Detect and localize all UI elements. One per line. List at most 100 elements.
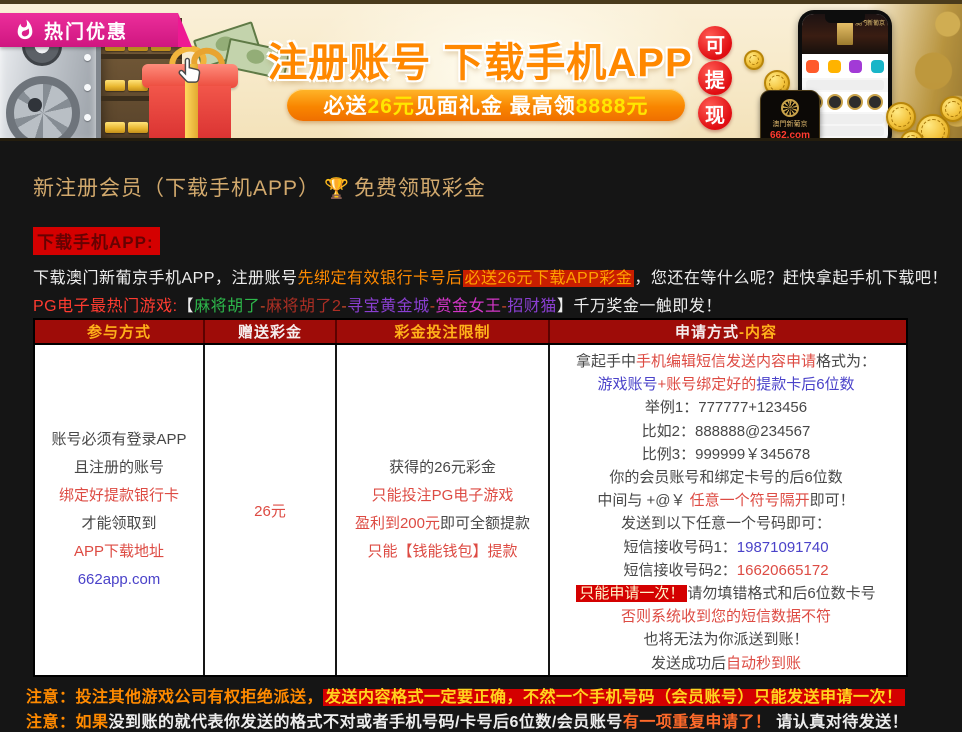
- app-icon-domain: 662.com: [770, 130, 810, 141]
- table-line: 发送到以下任意一个号码即可：: [621, 512, 831, 535]
- table-line: 中间与 +@￥ 任意一个符号隔开即可！: [597, 489, 854, 512]
- text-segment: 否则系统收到您的短信数据不符: [621, 608, 831, 625]
- text-segment: 只能申请一次！: [576, 585, 687, 602]
- text-segment: 拿起手中: [576, 353, 636, 370]
- hot-promo-ribbon[interactable]: 热门优惠: [0, 13, 178, 47]
- phone-nav-row: [802, 54, 888, 78]
- table-line: 你的会员账号和绑定卡号的后6位数: [609, 466, 842, 489]
- coin-icon: [886, 102, 916, 132]
- text-segment: 麻将胡了2: [266, 298, 341, 315]
- app-icon[interactable]: 澳門新葡京 662.com: [760, 90, 820, 141]
- trophy-icon: 🏆: [324, 178, 350, 200]
- table-header-apply-method: 申请方式-内容: [550, 320, 902, 343]
- promo-headline: 注册账号 下载手机APP: [240, 30, 720, 88]
- download-app-badge: 下载手机APP:: [33, 227, 160, 255]
- table-line: 也将无法为你派送到账！: [643, 628, 808, 651]
- text-segment: 中间与 +@￥: [597, 492, 689, 509]
- text-segment: 见面礼金 最高领: [415, 90, 576, 120]
- text-segment: 招财猫: [507, 298, 557, 315]
- withdraw-char-3: 现: [698, 96, 732, 130]
- page-title: 新注册会员（下载手机APP）🏆免费领取彩金: [33, 172, 486, 202]
- app-icon-name: 澳門新葡京: [773, 119, 808, 129]
- table-line: 比例3：999999￥345678: [642, 443, 810, 466]
- text-segment: PG电子最热门游戏:: [33, 298, 178, 315]
- table-line: 且注册的账号: [74, 454, 164, 482]
- hand-cursor-icon: [176, 56, 206, 90]
- table-line: 发送成功后自动秒到账: [651, 652, 801, 675]
- cell-bonus-amount: 26元: [205, 345, 337, 675]
- flame-icon: [14, 19, 36, 41]
- text-segment: 也将无法为你派送到账！: [643, 631, 808, 648]
- text-segment: +账号绑定好的: [657, 376, 756, 393]
- text-segment: 彩金投注限制: [394, 321, 490, 342]
- text-segment: 绑定好提款银行卡: [59, 487, 179, 504]
- text-segment: 发送内容格式一定要正确，不然一个手机号码（会员账号）只能发送申请一次！: [323, 689, 905, 706]
- mascot-graphic: [837, 21, 853, 45]
- sms-number-2: 16620665172: [737, 562, 829, 579]
- text-segment: 发送到以下任意一个号码即可：: [621, 515, 831, 532]
- text-segment: 必送26元下载APP彩金: [463, 270, 635, 287]
- table-line: 盈利到200元即可全额提款: [355, 510, 530, 538]
- table-line: 26元: [254, 500, 286, 521]
- text-segment: 先绑定有效银行卡号后: [298, 270, 463, 287]
- link-662app[interactable]: 662app.com: [78, 571, 161, 588]
- phone-content-bar: [806, 80, 884, 90]
- withdrawable-badge: 可 提 现: [698, 26, 732, 131]
- text-segment: 千万奖金一触即发！: [573, 298, 722, 315]
- table-line: 短信接收号码1：19871091740: [623, 536, 828, 559]
- text-segment: 才能领取到: [81, 515, 156, 532]
- text-segment: 请认真对待发送！: [771, 714, 908, 731]
- table-line: 绑定好提款银行卡: [59, 482, 179, 510]
- text-segment: 提款卡后6位数: [756, 376, 854, 393]
- text-segment: 自动秒到账: [726, 655, 801, 672]
- cell-bet-limit: 获得的26元彩金只能投注PG电子游戏盈利到200元即可全额提款只能【钱能钱包】提…: [337, 345, 550, 675]
- withdraw-char-2: 提: [698, 61, 732, 95]
- text-segment: APP下载地址: [74, 543, 164, 560]
- text-segment: 你的会员账号和绑定卡号的后6位数: [609, 469, 842, 486]
- sms-number-1: 19871091740: [737, 539, 829, 556]
- coin-icon: [940, 96, 962, 122]
- table-line: 拿起手中手机编辑短信发送内容申请格式为：: [576, 350, 876, 373]
- text-segment: 赏金女王: [436, 298, 502, 315]
- text-segment: 】: [557, 298, 574, 315]
- table-line: 只能申请一次！请勿填错格式和后6位数卡号: [576, 582, 875, 605]
- table-line: 只能【钱能钱包】提款: [367, 538, 517, 566]
- text-segment: 参与方式: [87, 321, 151, 342]
- table-line: 否则系统收到您的短信数据不符: [621, 605, 831, 628]
- table-header-participation: 参与方式: [35, 320, 205, 343]
- promo-paragraph: 下载澳门新葡京手机APP，注册账号先绑定有效银行卡号后必送26元下载APP彩金，…: [33, 264, 948, 288]
- table-line: 662app.com: [78, 566, 161, 594]
- text-segment: -内容: [739, 321, 777, 342]
- text-segment: 注意：如果: [26, 714, 109, 731]
- text-segment: 26元: [254, 503, 286, 520]
- text-segment: 比如2：888888@234567: [642, 423, 811, 440]
- text-segment: 下载澳门新葡京手机APP，注册账号: [33, 270, 298, 287]
- cell-apply-method: 拿起手中手机编辑短信发送内容申请格式为：游戏账号+账号绑定好的提款卡后6位数举例…: [550, 345, 902, 675]
- text-segment: 赠送彩金: [238, 321, 302, 342]
- table-header-row: 参与方式 赠送彩金 彩金投注限制 申请方式-内容: [35, 320, 906, 345]
- note-1: 注意：投注其他游戏公司有权拒绝派送，发送内容格式一定要正确，不然一个手机号码（会…: [26, 683, 905, 707]
- table-line: 游戏账号+账号绑定好的提款卡后6位数: [597, 373, 854, 396]
- text-segment: 任意一个符号隔开: [690, 492, 810, 509]
- text-segment: 申请方式: [675, 321, 739, 342]
- text-segment: 【: [178, 298, 195, 315]
- text-segment: 短信接收号码2：: [623, 562, 736, 579]
- text-segment: 账号必须有登录APP: [51, 431, 186, 448]
- text-segment: 发送成功后: [651, 655, 726, 672]
- text-segment: 盈利到200元: [355, 515, 440, 532]
- table-line: 账号必须有登录APP: [51, 426, 186, 454]
- text-segment: 麻将胡了: [194, 298, 260, 315]
- note-2: 注意：如果没到账的就代表你发送的格式不对或者手机号码/卡号后6位数/会员账号有一…: [26, 708, 908, 732]
- promo-banner[interactable]: 热门优惠 注册账号 下载手机APP 必送26元见面礼金 最高领8888元 可 提…: [0, 0, 962, 141]
- table-line: 短信接收号码2：16620665172: [623, 559, 828, 582]
- text-segment: 短信接收号码1：: [623, 539, 736, 556]
- ribbon-label: 热门优惠: [44, 17, 128, 44]
- text-segment: 且注册的账号: [74, 459, 164, 476]
- text-segment: 寻宝黄金城: [347, 298, 430, 315]
- page-title-part2: 免费领取彩金: [354, 177, 486, 200]
- text-segment: 即可全额提款: [440, 515, 530, 532]
- text-segment: 请勿填错格式和后6位数卡号: [687, 585, 875, 602]
- text-segment: 只能【钱能钱包】提款: [367, 543, 517, 560]
- table-line: 只能投注PG电子游戏: [372, 482, 514, 510]
- table-line: 比如2：888888@234567: [642, 420, 811, 443]
